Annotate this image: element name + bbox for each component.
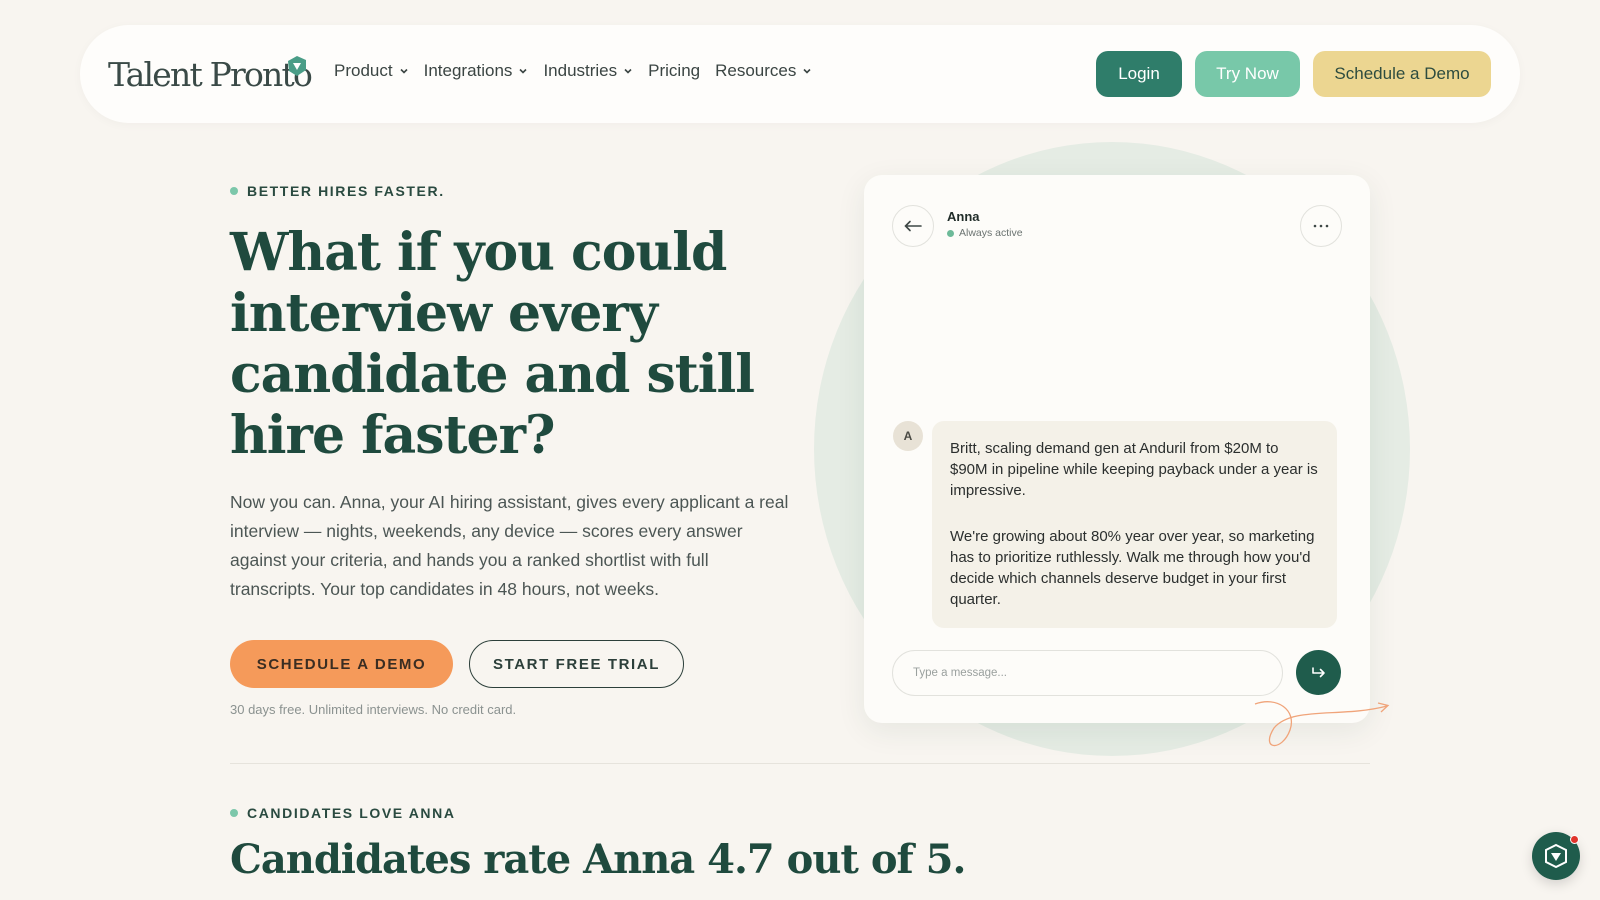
status-dot-icon — [947, 229, 954, 237]
send-button[interactable] — [1296, 650, 1341, 695]
top-navbar: Talent Pronto Product Integrations Indus… — [80, 25, 1520, 123]
hero-subtitle: Now you can. Anna, your AI hiring assist… — [230, 492, 789, 599]
chevron-down-icon — [400, 68, 408, 74]
start-free-trial-button[interactable]: START FREE TRIAL — [469, 640, 684, 688]
message-paragraph: Britt, scaling demand gen at Anduril fro… — [950, 440, 1318, 499]
nav-pricing-label: Pricing — [648, 61, 701, 80]
nav-resources-label: Resources — [715, 61, 797, 80]
hero-title: What if you could interview every candid… — [230, 222, 755, 466]
message-paragraph: We're growing about 80% year over year, … — [950, 528, 1315, 608]
section-title: Candidates rate Anna 4.7 out of 5. — [230, 836, 966, 883]
agent-status: Always active — [947, 227, 1023, 239]
login-button[interactable]: Login — [1096, 51, 1182, 97]
schedule-demo-nav-button[interactable]: Schedule a Demo — [1313, 51, 1491, 97]
send-arrow-icon — [1311, 666, 1325, 677]
fine-print: 30 days free. Unlimited interviews. No c… — [230, 702, 517, 717]
chat-message-bubble: Britt, scaling demand gen at Anduril fro… — [932, 421, 1337, 628]
schedule-demo-button[interactable]: SCHEDULE A DEMO — [230, 640, 453, 688]
nav-links: Product Integrations Industries Pricing … — [334, 61, 812, 81]
agent-status-text: Always active — [959, 227, 1023, 239]
nav-product-label: Product — [334, 61, 393, 80]
nav-industries-label: Industries — [543, 61, 618, 80]
section-eyebrow-text: CANDIDATES LOVE ANNA — [247, 805, 456, 821]
chat-launcher-button[interactable] — [1532, 832, 1580, 880]
more-options-button[interactable] — [1300, 205, 1342, 247]
chevron-down-icon — [803, 68, 811, 74]
nav-pricing[interactable]: Pricing — [648, 61, 700, 81]
nav-product[interactable]: Product — [334, 61, 409, 81]
agent-name: Anna — [947, 209, 980, 224]
logo-text: Talent Pronto — [108, 55, 313, 94]
more-dots-icon — [1313, 224, 1329, 228]
notification-dot — [1570, 835, 1579, 844]
try-now-button[interactable]: Try Now — [1195, 51, 1300, 97]
nav-integrations-label: Integrations — [423, 61, 513, 80]
agent-avatar: A — [893, 421, 923, 451]
hero-eyebrow-text: BETTER HIRES FASTER. — [247, 183, 445, 199]
nav-integrations[interactable]: Integrations — [424, 61, 529, 81]
nav-industries[interactable]: Industries — [543, 61, 633, 81]
bullet-dot-icon — [230, 809, 238, 817]
section-eyebrow: CANDIDATES LOVE ANNA — [230, 805, 456, 821]
bullet-dot-icon — [230, 187, 238, 195]
arrow-left-icon — [904, 220, 922, 232]
logo[interactable]: Talent Pronto — [108, 55, 313, 94]
back-arrow-button[interactable] — [892, 205, 934, 247]
section-divider — [230, 763, 1370, 764]
nav-resources[interactable]: Resources — [715, 61, 812, 81]
chat-widget-icon — [1545, 843, 1567, 869]
decorative-squiggle-icon — [1254, 701, 1390, 747]
chat-card: Anna Always active A Britt, scaling dema… — [864, 175, 1370, 723]
hero-eyebrow: BETTER HIRES FASTER. — [230, 183, 445, 199]
chevron-down-icon — [624, 68, 632, 74]
chevron-down-icon — [519, 68, 528, 74]
logo-mark-icon — [288, 56, 306, 76]
message-input[interactable] — [892, 650, 1283, 696]
